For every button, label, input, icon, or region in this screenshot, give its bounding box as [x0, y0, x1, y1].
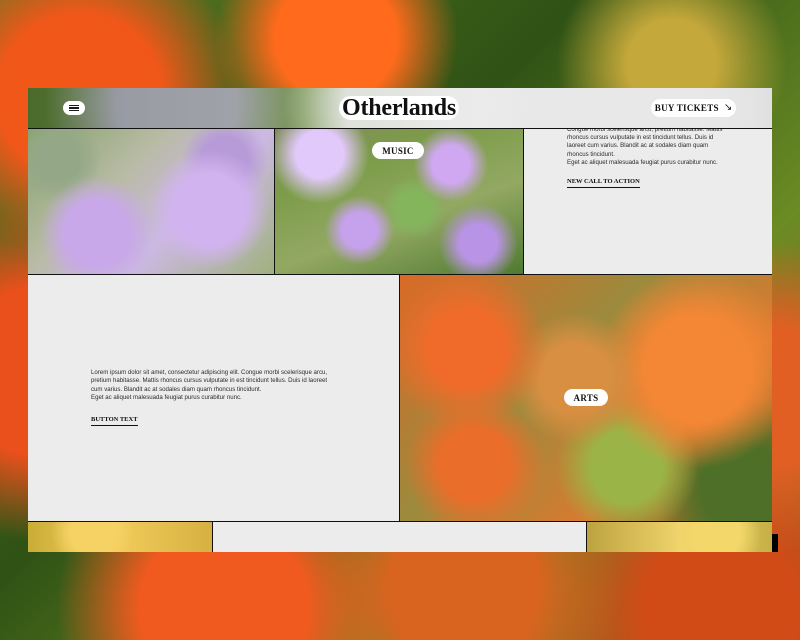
arts-button[interactable]: ARTS: [564, 389, 608, 406]
site-header: Otherlands BUY TICKETS ↘: [28, 88, 772, 129]
music-panel: MUSIC: [275, 128, 524, 275]
middle-text-line: Lorem ipsum dolor sit amet, consectetur …: [91, 369, 328, 376]
logo[interactable]: Otherlands: [339, 96, 459, 120]
new-call-to-action-link[interactable]: NEW CALL TO ACTION: [567, 178, 640, 188]
gold-image-panel-right: [587, 522, 772, 552]
top-text-line: Eget ac aliquet malesuada feugiat purus …: [567, 158, 718, 166]
button-text-link[interactable]: BUTTON TEXT: [91, 416, 138, 426]
logo-text: Otherlands: [341, 95, 457, 121]
buy-tickets-label: BUY TICKETS: [654, 103, 719, 113]
lilac-image-panel: [28, 128, 275, 275]
buy-tickets-button[interactable]: BUY TICKETS ↘: [651, 99, 736, 117]
top-text-line: laoreet cum varius. Blandit ac at sodale…: [567, 142, 709, 150]
top-text-panel: Congue morbi scelerisque arcu, pretium h…: [524, 126, 772, 275]
middle-description: Lorem ipsum dolor sit amet, consectetur …: [91, 369, 335, 402]
arts-panel: ARTS: [400, 275, 772, 522]
gold-image-panel-left: [28, 522, 213, 552]
scrollbar-thumb[interactable]: [772, 534, 778, 552]
bottom-gray-panel: [213, 522, 587, 552]
site-frame: Otherlands BUY TICKETS ↘ MUSIC Congue mo…: [28, 88, 772, 552]
middle-text-line: Eget ac aliquet malesuada feugiat purus …: [91, 393, 242, 401]
top-description: Congue morbi scelerisque arcu, pretium h…: [567, 126, 735, 167]
hamburger-menu-icon: [69, 104, 79, 112]
middle-text-panel: Lorem ipsum dolor sit amet, consectetur …: [28, 275, 400, 522]
middle-text-line: cum varius. Blandit ac at sodales diam q…: [91, 385, 262, 393]
arrow-down-right-icon: ↘: [723, 102, 733, 113]
music-button[interactable]: MUSIC: [372, 142, 424, 159]
top-text-line: rhoncus tincidunt.: [567, 150, 615, 158]
menu-button[interactable]: [63, 101, 85, 115]
middle-text-line: pretium habitasse. Mattis rhoncus cursus…: [91, 377, 328, 385]
top-text-line: rhoncus cursus vulputate in est tincidun…: [567, 134, 714, 142]
